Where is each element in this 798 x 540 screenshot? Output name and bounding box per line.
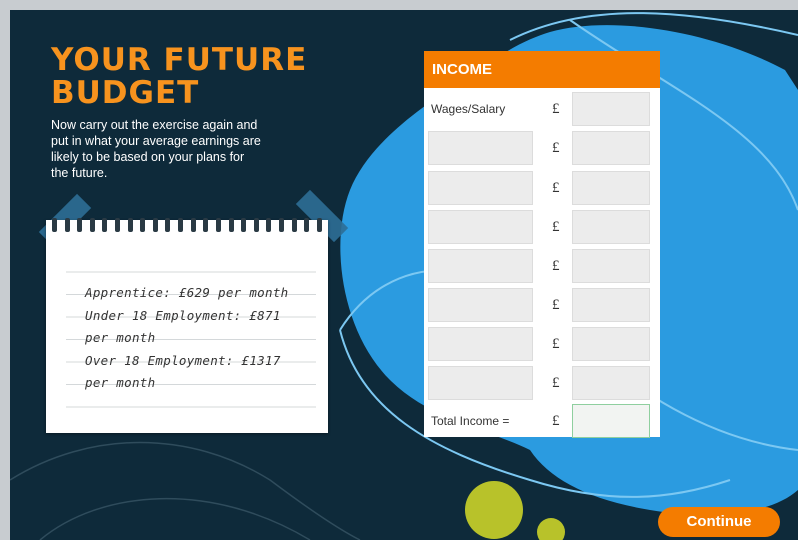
spiral-ring (178, 218, 184, 232)
spiral-ring (190, 218, 196, 232)
total-income-field[interactable] (572, 404, 650, 438)
notepad-line: per month (85, 330, 156, 345)
page-title: YOUR FUTURE BUDGET (51, 44, 307, 110)
income-row: £ (424, 366, 660, 402)
total-income-label: Total Income = (431, 414, 510, 428)
intro-text: Now carry out the exercise again and put… (51, 118, 261, 180)
currency-symbol: £ (552, 101, 560, 117)
currency-symbol: £ (552, 258, 560, 274)
spiral-ring (77, 218, 83, 232)
income-amount-input[interactable] (572, 288, 650, 322)
income-amount-input[interactable] (572, 210, 650, 244)
income-row: £ (424, 210, 660, 246)
spiral-ring (152, 218, 158, 232)
notepad-line: per month (85, 375, 156, 390)
income-row: £ (424, 171, 660, 207)
income-header: INCOME (424, 51, 660, 88)
spiral-ring (228, 218, 234, 232)
spiral-ring (215, 218, 221, 232)
currency-symbol: £ (552, 336, 560, 352)
spiral-ring (291, 218, 297, 232)
lime-circle-large (465, 481, 523, 539)
income-row: £ (424, 249, 660, 285)
activity-frame: YOUR FUTURE BUDGET Now carry out the exe… (10, 10, 798, 540)
notepad-line: Apprentice: £629 per month (85, 285, 289, 300)
currency-symbol: £ (552, 219, 560, 235)
income-row-wages: Wages/Salary £ (424, 92, 660, 128)
income-label-input[interactable] (428, 288, 533, 322)
continue-button[interactable]: Continue (658, 507, 780, 537)
income-label-input[interactable] (428, 171, 533, 205)
screen: YOUR FUTURE BUDGET Now carry out the exe… (0, 0, 798, 540)
income-label-input[interactable] (428, 327, 533, 361)
notepad-line: Over 18 Employment: £1317 (85, 352, 281, 368)
spiral-ring (115, 218, 121, 232)
spiral-ring (278, 218, 284, 232)
spiral-ring (140, 218, 146, 232)
currency-symbol: £ (552, 140, 560, 156)
income-row: £ (424, 288, 660, 324)
income-row: £ (424, 131, 660, 167)
currency-symbol: £ (552, 413, 560, 429)
spiral-ring (203, 218, 209, 232)
spiral-ring (52, 218, 57, 232)
spiral-ring (241, 218, 247, 232)
curve-line-lower-left (10, 441, 361, 540)
currency-symbol: £ (552, 297, 560, 313)
spiral-ring (89, 218, 95, 232)
notepad: Apprentice: £629 per month Under 18 Empl… (46, 218, 328, 433)
spiral-ring (127, 218, 133, 232)
page-title-line-2: BUDGET (51, 75, 200, 111)
income-label-input[interactable] (428, 366, 533, 400)
spiral-ring (165, 218, 171, 232)
income-amount-input[interactable] (572, 249, 650, 283)
income-panel: INCOME Wages/Salary £ £ £ £ £ £ £ £ Tota… (424, 51, 660, 440)
income-label-input[interactable] (428, 249, 533, 283)
page-title-line-1: YOUR FUTURE (51, 42, 308, 78)
income-row: £ (424, 327, 660, 363)
income-amount-input[interactable] (572, 171, 650, 205)
income-amount-input[interactable] (572, 366, 650, 400)
spiral-ring (266, 218, 272, 232)
income-label-input[interactable] (428, 210, 533, 244)
spiral-ring (102, 218, 108, 232)
currency-symbol: £ (552, 375, 560, 391)
spiral-ring (253, 218, 259, 232)
spiral-ring (304, 218, 310, 232)
wages-amount-input[interactable] (572, 92, 650, 126)
income-amount-input[interactable] (572, 131, 650, 165)
income-label-input[interactable] (428, 131, 533, 165)
spiral-ring (316, 218, 322, 232)
notepad-text: Apprentice: £629 per month Under 18 Empl… (85, 282, 320, 395)
income-amount-input[interactable] (572, 327, 650, 361)
income-row-total: Total Income = £ (424, 404, 660, 440)
curve-line-lower-left-2 (39, 498, 311, 540)
lime-circle-small (537, 518, 565, 540)
currency-symbol: £ (552, 180, 560, 196)
spiral-ring (64, 218, 70, 232)
notepad-spiral (52, 218, 322, 236)
wages-salary-label: Wages/Salary (431, 102, 506, 116)
notepad-line: Under 18 Employment: £871 (85, 307, 281, 323)
